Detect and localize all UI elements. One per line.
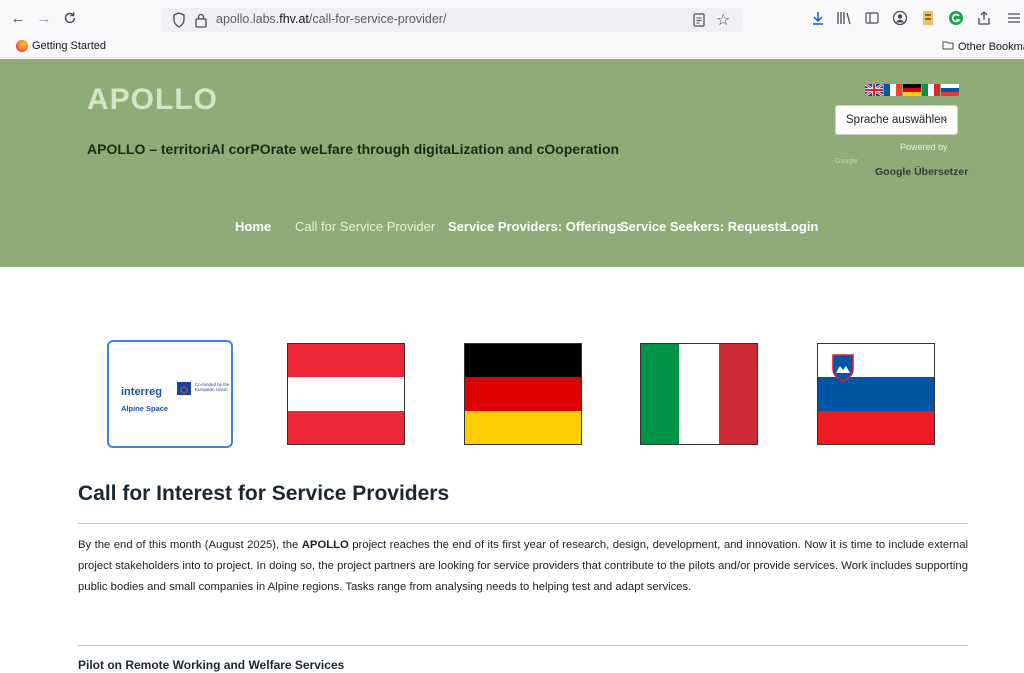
intro-paragraph: By the end of this month (August 2025), … xyxy=(78,539,968,593)
menu-icon[interactable] xyxy=(1004,8,1024,28)
bookmark-getting-started[interactable]: Getting Started xyxy=(16,40,106,52)
google-translate-link[interactable]: Google Übersetzer xyxy=(875,166,968,178)
nav-service-seekers-requests[interactable]: Service Seekers: Requests xyxy=(620,219,786,234)
reader-view-icon[interactable] xyxy=(692,12,706,33)
slovenia-flag[interactable] xyxy=(817,343,935,445)
uk-flag-icon[interactable] xyxy=(864,83,884,97)
url-text[interactable]: apollo.labs.fhv.at/call-for-service-prov… xyxy=(216,12,446,26)
folder-icon xyxy=(942,40,954,53)
bookmark-star-icon[interactable]: ☆ xyxy=(716,10,730,30)
chevron-down-icon: ⌄ xyxy=(940,113,949,124)
account-icon[interactable] xyxy=(890,8,910,28)
browser-toolbar: ← → apollo.labs.fhv.at/call-for-service-… xyxy=(0,0,1024,36)
austria-flag[interactable] xyxy=(287,343,405,445)
slovenia-flag-icon[interactable] xyxy=(941,83,959,96)
lock-icon[interactable] xyxy=(194,12,208,33)
eu-flag-icon xyxy=(177,382,191,395)
share-icon[interactable] xyxy=(974,8,994,28)
section-heading: Pilot on Remote Working and Welfare Serv… xyxy=(78,658,345,672)
germany-flag-icon[interactable] xyxy=(903,83,921,96)
language-select[interactable]: Sprache auswählen ⌄ xyxy=(835,105,958,135)
nav-login[interactable]: Login xyxy=(783,219,818,234)
bookmark-label: Getting Started xyxy=(32,40,106,52)
bookmarks-bar: Getting Started Other Bookmarks xyxy=(0,36,1024,58)
page-title: Call for Interest for Service Providers xyxy=(78,482,450,505)
language-select-value: Sprache auswählen xyxy=(846,114,948,126)
site-tagline: APOLLO – territoriAl corPOrate weLfare t… xyxy=(87,141,620,157)
download-icon[interactable] xyxy=(808,8,828,28)
bookmark-label: Other Bookmarks xyxy=(958,40,1024,53)
divider xyxy=(78,645,968,646)
france-flag-icon[interactable] xyxy=(884,83,902,96)
nav-home[interactable]: Home xyxy=(235,219,271,234)
extension-green-icon[interactable] xyxy=(946,8,966,28)
library-icon[interactable] xyxy=(834,8,854,28)
italy-flag-icon[interactable] xyxy=(922,83,940,96)
nav-service-providers-offerings[interactable]: Service Providers: Offerings xyxy=(448,219,624,234)
firefox-icon xyxy=(16,40,28,52)
extension-notes-icon[interactable] xyxy=(918,8,938,28)
italy-flag[interactable] xyxy=(640,343,758,445)
language-flags xyxy=(864,83,960,97)
shield-icon[interactable] xyxy=(172,12,186,33)
arrow-left-icon[interactable]: ← xyxy=(8,8,28,28)
germany-flag[interactable] xyxy=(464,343,582,445)
bookmark-other-bookmarks[interactable]: Other Bookmarks xyxy=(942,40,1024,53)
interreg-logo: interreg Co-funded by the European Union… xyxy=(121,382,230,413)
divider xyxy=(78,523,968,524)
alpine-space-label: Alpine Space xyxy=(121,404,169,413)
reload-icon[interactable] xyxy=(60,8,80,28)
arrow-right-icon[interactable]: → xyxy=(34,8,54,28)
interreg-wordmark: interreg xyxy=(121,386,162,398)
site-title[interactable]: APOLLO xyxy=(87,83,218,117)
url-bar[interactable]: apollo.labs.fhv.at/call-for-service-prov… xyxy=(162,8,742,32)
sidebar-icon[interactable] xyxy=(862,8,882,28)
google-logo: Google xyxy=(835,158,858,165)
nav-call-for-service-provider[interactable]: Call for Service Provider xyxy=(295,219,435,234)
site-header: APOLLO APOLLO – territoriAl corPOrate we… xyxy=(0,59,1024,267)
interreg-logo-card[interactable]: interreg Co-funded by the European Union… xyxy=(107,340,233,448)
cofunded-label: Co-funded by the European Union xyxy=(195,382,230,392)
powered-by-label: Powered by xyxy=(900,142,948,152)
